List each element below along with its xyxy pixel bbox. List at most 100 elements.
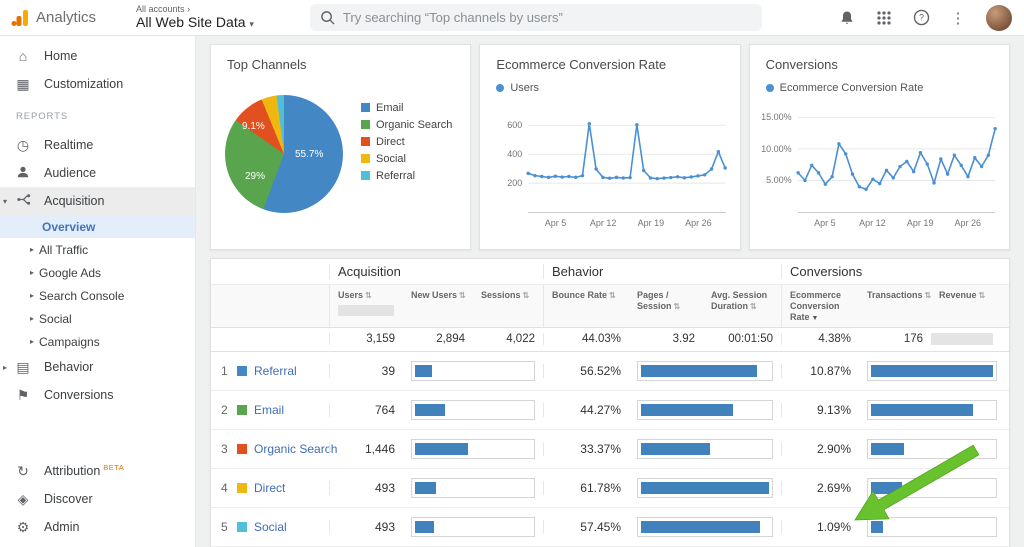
brand-name: Analytics: [36, 9, 96, 26]
users-bar-cell: [403, 400, 543, 420]
pie-slice-label: 29%: [245, 171, 265, 182]
sidebar-item-all-traffic[interactable]: ▸ All Traffic: [0, 238, 195, 261]
users-value: 493: [329, 481, 403, 495]
sidebar-label: All Traffic: [39, 243, 88, 257]
sidebar-label: Home: [44, 49, 77, 63]
column-header-pages-session[interactable]: Pages / Session⇅: [629, 285, 703, 327]
users-value: 493: [329, 520, 403, 534]
chevron-down-icon: ▾: [249, 19, 254, 29]
sidebar-label: Conversions: [44, 388, 113, 402]
legend-item[interactable]: Email: [361, 99, 452, 116]
column-header-avg-session-duration[interactable]: Avg. Session Duration⇅: [703, 285, 781, 327]
sidebar-item-home[interactable]: ⌂ Home: [0, 42, 195, 70]
sidebar-item-overview[interactable]: Overview: [0, 215, 195, 238]
legend-item[interactable]: Referral: [361, 167, 452, 184]
legend-item[interactable]: Social: [361, 150, 452, 167]
svg-text:?: ?: [918, 13, 923, 23]
sidebar-item-admin[interactable]: ⚙ Admin: [0, 513, 195, 541]
channel-link[interactable]: Referral: [254, 364, 297, 378]
sidebar-item-realtime[interactable]: ◷ Realtime: [0, 131, 195, 159]
table-row: 4Direct 493 61.78% 2.69%: [211, 469, 1009, 508]
admin-gear-icon: ⚙: [14, 519, 32, 536]
column-header-sessions[interactable]: Sessions⇅: [473, 285, 543, 327]
legend-swatch: [361, 120, 370, 129]
audience-person-icon: [14, 165, 32, 182]
line-chart-svg: [528, 111, 725, 212]
group-header-conversions: Conversions: [781, 264, 1005, 279]
cvr-value: 1.09%: [781, 520, 859, 534]
sidebar-label: Google Ads: [39, 266, 101, 280]
card-title: Top Channels: [227, 57, 454, 72]
sort-icon: ⇅: [674, 302, 681, 311]
sidebar: ⌂ Home ▦ Customization REPORTS ◷ Realtim…: [0, 36, 196, 547]
user-avatar[interactable]: [986, 5, 1012, 31]
chevron-right-icon: ▸: [30, 268, 34, 277]
sidebar-item-audience[interactable]: Audience: [0, 159, 195, 187]
totals-cvr: 4.38%: [781, 333, 859, 345]
behavior-page-icon: ▤: [14, 359, 32, 376]
sidebar-spacer: [0, 409, 195, 457]
chevron-right-icon: ▸: [30, 245, 34, 254]
apps-grid-icon[interactable]: [875, 9, 893, 27]
search-input[interactable]: [343, 10, 743, 25]
sidebar-item-social[interactable]: ▸ Social: [0, 307, 195, 330]
sidebar-item-campaigns[interactable]: ▸ Campaigns: [0, 330, 195, 353]
channel-link[interactable]: Direct: [254, 481, 285, 495]
cvr-bar-cell: [859, 439, 1005, 459]
sidebar-item-search-console[interactable]: ▸ Search Console: [0, 284, 195, 307]
sidebar-label: Behavior: [44, 360, 93, 374]
channel-swatch: [237, 483, 247, 493]
chevron-right-icon: ▸: [30, 337, 34, 346]
search-box[interactable]: [310, 4, 762, 31]
sidebar-item-behavior[interactable]: ▸ ▤ Behavior: [0, 353, 195, 381]
sidebar-label: Admin: [44, 520, 79, 534]
sort-icon: ⇅: [979, 291, 986, 300]
cvr-bar: [871, 404, 973, 416]
column-header-users[interactable]: Users⇅: [329, 285, 403, 327]
cvr-bar-cell: [859, 478, 1005, 498]
bounce-bar: [641, 482, 769, 494]
legend-dot: [496, 84, 504, 92]
users-chart-card: Ecommerce Conversion Rate Users 200 400 …: [479, 44, 740, 250]
chevron-down-icon: ▾: [3, 197, 7, 206]
channel-link[interactable]: Social: [254, 520, 287, 534]
legend-item[interactable]: Direct: [361, 133, 452, 150]
redacted-placeholder: [931, 333, 993, 345]
sidebar-item-customization[interactable]: ▦ Customization: [0, 70, 195, 98]
legend-swatch: [361, 171, 370, 180]
reports-section-heading: REPORTS: [0, 98, 195, 131]
bounce-bar: [641, 521, 760, 533]
analytics-logo[interactable]: Analytics: [0, 8, 96, 28]
table-group-header-row: Acquisition Behavior Conversions: [211, 259, 1009, 285]
column-header-revenue[interactable]: Revenue⇅: [931, 285, 1005, 327]
sidebar-label: Overview: [42, 220, 95, 234]
sidebar-item-conversions[interactable]: ⚑ Conversions: [0, 381, 195, 409]
top-channels-pie[interactable]: 55.7% 29% 9.1%: [225, 95, 343, 213]
conversion-rate-line-chart: 5.00% 10.00% 15.00% Apr 5 Apr 12 Apr 19 …: [798, 111, 995, 213]
sidebar-item-google-ads[interactable]: ▸ Google Ads: [0, 261, 195, 284]
column-header-ecommerce-conversion-rate[interactable]: Ecommerce Conversion Rate▼: [781, 285, 859, 327]
users-value: 764: [329, 403, 403, 417]
legend-swatch: [361, 103, 370, 112]
sidebar-item-acquisition[interactable]: ▾ Acquisition: [0, 187, 195, 215]
bounce-bar: [641, 404, 733, 416]
channel-link[interactable]: Organic Search: [254, 442, 337, 456]
sidebar-item-discover[interactable]: ◈ Discover: [0, 485, 195, 513]
cvr-value: 2.69%: [781, 481, 859, 495]
totals-pages-session: 3.92: [629, 333, 703, 345]
notifications-bell-icon[interactable]: [838, 9, 856, 27]
column-header-transactions[interactable]: Transactions⇅: [859, 285, 931, 327]
acquisition-branch-icon: [14, 192, 32, 210]
column-header-new-users[interactable]: New Users⇅: [403, 285, 473, 327]
bounce-rate-value: 44.27%: [543, 403, 629, 417]
sidebar-item-attribution[interactable]: ↻ Attribution BETA: [0, 457, 195, 485]
account-switcher[interactable]: All accounts › All Web Site Data ▾: [136, 5, 254, 29]
totals-revenue: [931, 333, 1005, 345]
channel-link[interactable]: Email: [254, 403, 284, 417]
sort-icon: ⇅: [365, 291, 372, 300]
help-icon[interactable]: ?: [912, 9, 930, 27]
sidebar-label: Social: [39, 312, 72, 326]
column-header-bounce-rate[interactable]: Bounce Rate⇅: [543, 285, 629, 327]
more-options-kebab-icon[interactable]: ⋮: [949, 9, 967, 27]
legend-item[interactable]: Organic Search: [361, 116, 452, 133]
